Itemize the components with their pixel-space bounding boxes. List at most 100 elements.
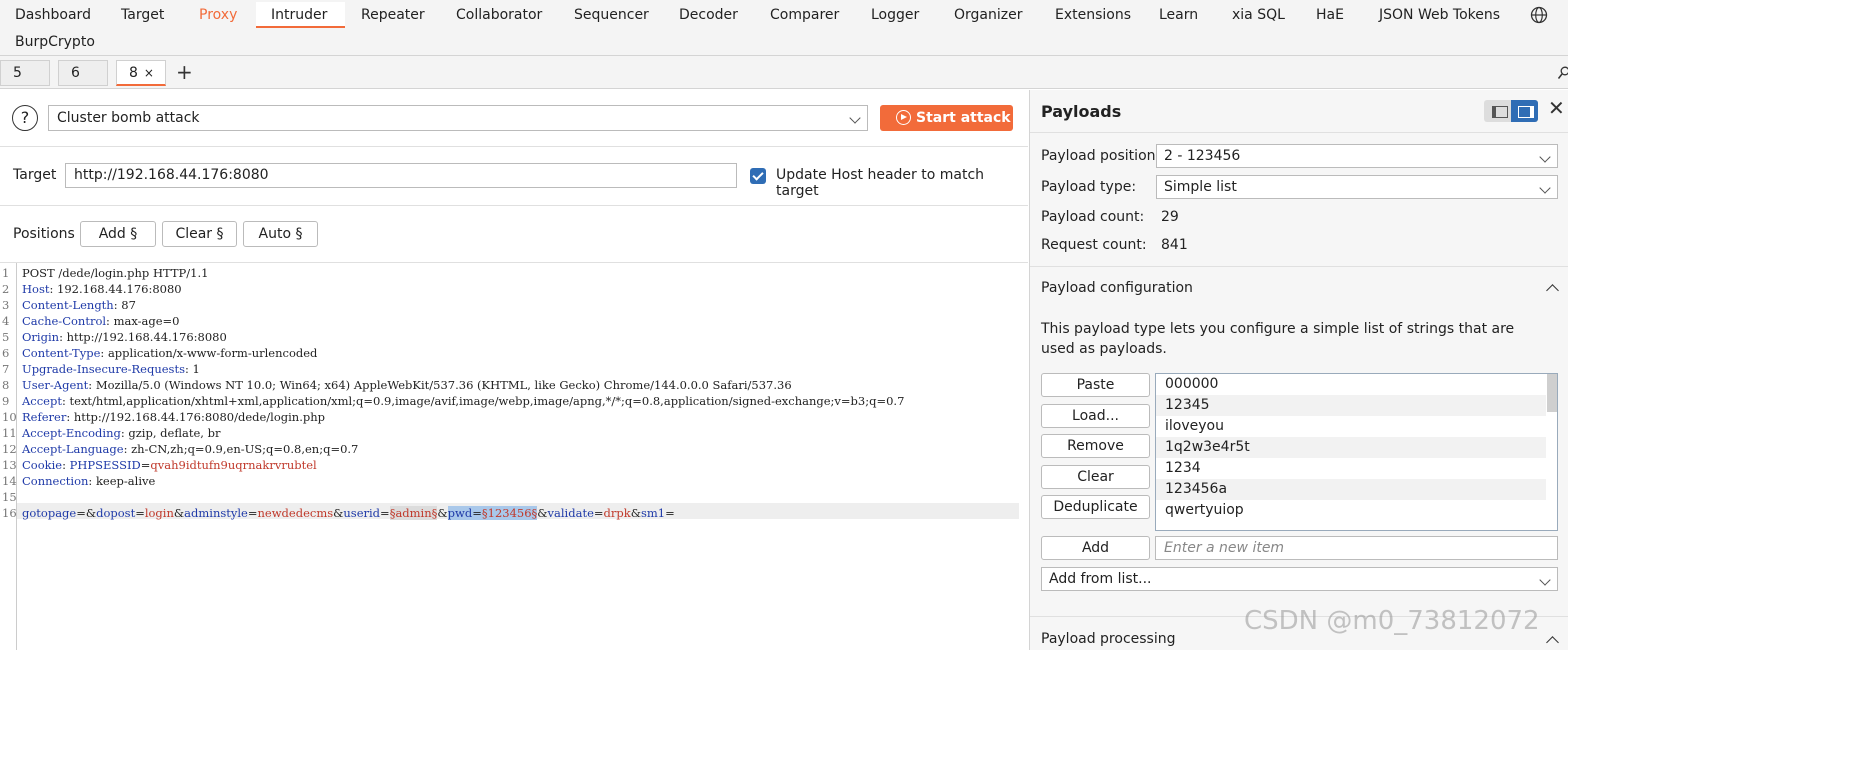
header-value: http://192.168.44.176:8080	[66, 330, 227, 344]
deduplicate-button[interactable]: Deduplicate	[1041, 495, 1150, 519]
start-attack-button[interactable]: Start attack	[880, 105, 1013, 131]
header-name: Content-Type	[22, 346, 101, 360]
nav-hae[interactable]: HaE	[1301, 2, 1359, 28]
nav-comparer[interactable]: Comparer	[755, 2, 854, 28]
nav-proxy[interactable]: Proxy	[184, 2, 252, 28]
request-editor[interactable]: 1 POST /dede/login.php HTTP/1.1 2 Host: 19…	[0, 263, 1028, 650]
layout-stacked-icon[interactable]	[1484, 100, 1511, 122]
globe-icon[interactable]	[1530, 6, 1548, 24]
header-name: Accept-Encoding	[22, 426, 121, 440]
request-count-label: Request count:	[1041, 237, 1147, 253]
nav-repeater[interactable]: Repeater	[346, 2, 440, 28]
payload-processing-title[interactable]: Payload processing	[1041, 631, 1176, 647]
nav-burpcrypto[interactable]: BurpCrypto	[0, 29, 110, 55]
close-icon[interactable]: ✕	[1548, 98, 1565, 118]
nav-dashboard[interactable]: Dashboard	[0, 2, 106, 28]
cookie-value: qvah9idtufn9uqrnakrvrubtel	[150, 458, 317, 472]
tab-6[interactable]: 6	[58, 60, 108, 86]
attack-type-select[interactable]: Cluster bomb attack	[48, 105, 868, 131]
param-value: login	[144, 506, 174, 520]
clear-markers-button[interactable]: Clear §	[162, 221, 237, 247]
paste-button[interactable]: Paste	[1041, 373, 1150, 397]
nav-organizer[interactable]: Organizer	[939, 2, 1037, 28]
list-scrollbar[interactable]	[1547, 374, 1557, 412]
payload-list[interactable]: 000000 12345 iloveyou 1q2w3e4r5t 1234 12…	[1155, 373, 1558, 531]
header-value: application/x-www-form-urlencoded	[107, 346, 318, 360]
header-name: Host	[22, 282, 50, 296]
close-tab-icon[interactable]: ×	[144, 66, 154, 80]
search-icon[interactable]	[1558, 66, 1568, 80]
list-item[interactable]: 1234	[1156, 458, 1546, 479]
nav-logger[interactable]: Logger	[856, 2, 934, 28]
nav-json-web-tokens[interactable]: JSON Web Tokens	[1364, 2, 1515, 28]
positions-panel: ? Cluster bomb attack Start attack Targe…	[0, 90, 1028, 650]
new-item-input[interactable]: Enter a new item	[1155, 536, 1558, 560]
tab-8[interactable]: 8 ×	[116, 60, 166, 86]
load-button[interactable]: Load...	[1041, 404, 1150, 428]
nav-extensions[interactable]: Extensions	[1040, 2, 1146, 28]
auto-markers-button[interactable]: Auto §	[243, 221, 318, 247]
nav-target[interactable]: Target	[106, 2, 179, 28]
header-name: Content-Length	[22, 298, 114, 312]
clear-button[interactable]: Clear	[1041, 465, 1150, 489]
payload-marker-admin: §admin§	[389, 506, 438, 520]
line-number-gutter	[16, 263, 17, 650]
header-name: Cookie	[22, 458, 63, 472]
param-value: drpk	[603, 506, 631, 520]
param-name: pwd	[447, 506, 473, 520]
param-name: gotopage	[22, 506, 77, 520]
nav-xia-sql[interactable]: xia SQL	[1217, 2, 1300, 28]
payload-position-select[interactable]: 2 - 123456	[1156, 144, 1558, 168]
list-item[interactable]: 000000	[1156, 374, 1546, 395]
chevron-up-icon[interactable]	[1546, 284, 1559, 297]
help-icon[interactable]: ?	[12, 105, 38, 131]
update-host-checkbox[interactable]	[750, 168, 766, 184]
line-number: 9	[2, 394, 10, 408]
burp-suite-window: Dashboard Target Proxy Intruder Repeater…	[0, 0, 1568, 650]
payload-type-select[interactable]: Simple list	[1156, 175, 1558, 199]
header-name: Referer	[22, 410, 67, 424]
payload-configuration-title[interactable]: Payload configuration	[1041, 280, 1193, 296]
chevron-up-icon[interactable]	[1546, 636, 1559, 649]
list-item[interactable]: 123456a	[1156, 479, 1546, 500]
add-marker-button[interactable]: Add §	[80, 221, 156, 247]
chevron-down-icon	[1539, 151, 1551, 163]
list-item[interactable]: qwertyuiop	[1156, 500, 1546, 521]
nav-decoder[interactable]: Decoder	[664, 2, 753, 28]
line-number: 5	[2, 330, 10, 344]
top-nav: Dashboard Target Proxy Intruder Repeater…	[0, 0, 1568, 56]
param-name: adminstyle	[184, 506, 248, 520]
header-name: User-Agent	[22, 378, 89, 392]
add-from-list-select[interactable]: Add from list...	[1041, 567, 1558, 591]
tab-5[interactable]: 5	[0, 60, 50, 86]
remove-button[interactable]: Remove	[1041, 434, 1150, 458]
list-item[interactable]: iloveyou	[1156, 416, 1546, 437]
add-from-list-value: Add from list...	[1049, 571, 1152, 587]
param-name: sm1	[640, 506, 666, 520]
target-url-input[interactable]: http://192.168.44.176:8080	[65, 163, 737, 188]
line-number: 1	[2, 266, 10, 280]
chevron-down-icon	[1539, 182, 1551, 194]
tab-label: 5	[13, 65, 22, 81]
nav-learn[interactable]: Learn	[1144, 2, 1213, 28]
add-item-button[interactable]: Add	[1041, 536, 1150, 560]
header-value: 87	[121, 298, 136, 312]
list-item[interactable]: 1q2w3e4r5t	[1156, 437, 1546, 458]
nav-collaborator[interactable]: Collaborator	[441, 2, 557, 28]
line-number: 6	[2, 346, 10, 360]
add-tab-icon[interactable]: +	[176, 62, 193, 82]
header-name: Cache-Control	[22, 314, 107, 328]
nav-sequencer[interactable]: Sequencer	[559, 2, 664, 28]
header-value: 192.168.44.176:8080	[57, 282, 182, 296]
layout-side-by-side-icon[interactable]	[1511, 100, 1538, 122]
list-item[interactable]: 12345	[1156, 395, 1546, 416]
line-number: 11	[2, 426, 17, 440]
line-number: 13	[2, 458, 17, 472]
line-number: 2	[2, 282, 10, 296]
payloads-panel: Payloads ✕ Payload position: 2 - 123456 …	[1029, 90, 1568, 650]
divider	[1030, 132, 1568, 133]
header-value: keep-alive	[95, 474, 156, 488]
nav-intruder[interactable]: Intruder	[256, 2, 345, 28]
line-number: 14	[2, 474, 17, 488]
update-host-label: Update Host header to match target	[776, 167, 985, 199]
